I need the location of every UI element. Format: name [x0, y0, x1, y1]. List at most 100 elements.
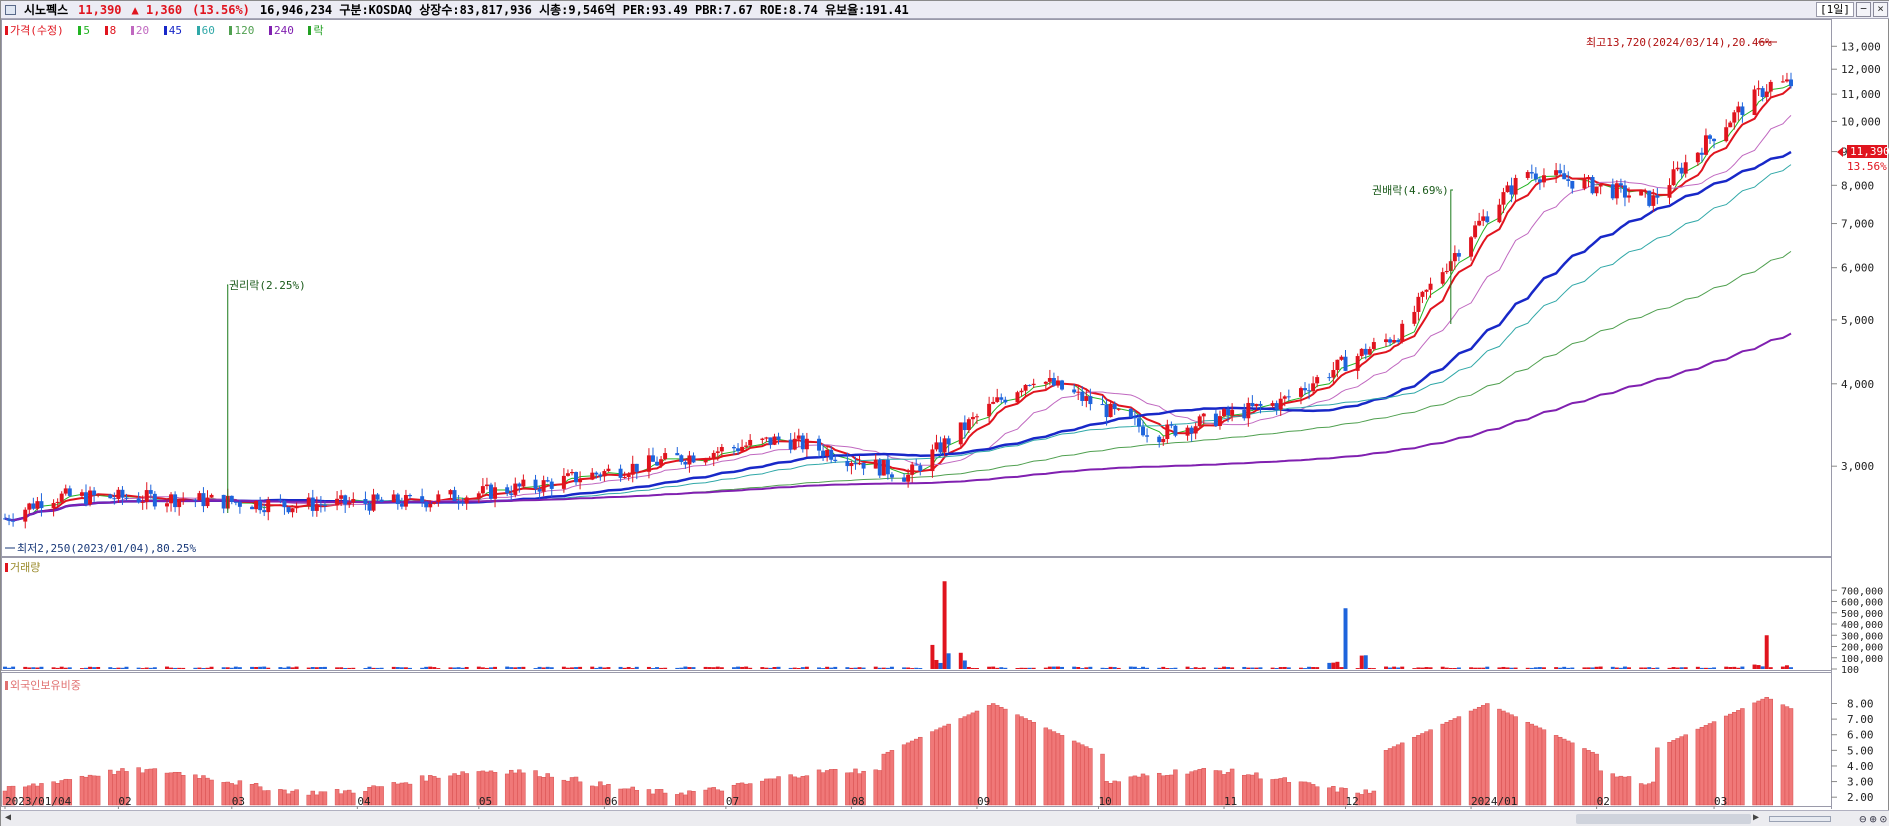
x-tick-label: 05	[479, 795, 492, 808]
foreign-ratio-bar	[832, 769, 838, 806]
scroll-bar[interactable]: ◀ ▶ ⊖ ⊕ ⊙	[1, 810, 1889, 826]
volume-bar	[314, 667, 319, 669]
foreign-ratio-bar	[958, 718, 964, 806]
volume-bar	[1566, 667, 1571, 669]
zoom-reset-icon[interactable]: ⊙	[1880, 812, 1887, 826]
period-selector[interactable]: [1일]	[1816, 2, 1854, 17]
foreign-ratio-bar	[1201, 768, 1206, 806]
foreign-ratio-bar	[294, 789, 299, 806]
x-tick-label: 04	[357, 795, 371, 808]
price-y-label: 10,000	[1841, 115, 1881, 128]
foreign-ratio-bar	[347, 789, 352, 806]
x-tick-label: 02	[118, 795, 131, 808]
candle-body	[1023, 384, 1028, 391]
candle-body	[1444, 270, 1449, 273]
candle-body	[768, 437, 773, 445]
volume-bar	[420, 667, 425, 669]
candle-body	[1031, 383, 1036, 386]
volume-bar	[1501, 666, 1506, 669]
candle-body	[845, 460, 850, 467]
foreign-ratio-bar	[1638, 783, 1644, 806]
candle-body	[1088, 396, 1093, 405]
candle-body	[92, 490, 97, 496]
candle-body	[266, 499, 271, 513]
volume-bar	[432, 667, 437, 669]
candle-body	[991, 401, 996, 404]
volume-y-label: 400,000	[1841, 620, 1883, 631]
stock-name[interactable]: 시노펙스	[24, 1, 68, 18]
foreign-ratio-bar	[1537, 727, 1543, 806]
foreign-ratio-bar	[460, 771, 465, 806]
foreign-ratio-bar	[1286, 782, 1292, 806]
foreign-ratio-bar	[1513, 716, 1518, 806]
candle-body	[399, 504, 404, 507]
foreign-ratio-bar	[1618, 775, 1624, 806]
volume-bar	[934, 659, 939, 669]
volume-bar	[1104, 667, 1109, 669]
foreign-ratio-bar	[1302, 781, 1308, 806]
volume-bar	[1145, 667, 1150, 669]
foreign-ratio-bar	[1675, 738, 1680, 806]
candle-body	[541, 480, 546, 492]
candle-body	[1764, 91, 1769, 97]
foreign-ratio-bar	[1161, 775, 1166, 806]
candle-body	[1327, 377, 1332, 379]
volume-bar	[1047, 666, 1052, 669]
volume-bar	[456, 667, 461, 669]
volume-bar	[1311, 667, 1316, 669]
volume-bar	[436, 668, 441, 669]
candle-body	[1477, 220, 1482, 226]
volume-bar	[630, 668, 635, 669]
candle-body	[659, 459, 664, 466]
candle-body	[379, 499, 384, 503]
candle-body	[51, 503, 56, 509]
foreign-ratio-bar	[533, 770, 538, 806]
scroll-thumb[interactable]	[1576, 814, 1751, 824]
candle-body	[1473, 225, 1478, 238]
volume-panel-title[interactable]: 거래량	[5, 559, 40, 575]
volume-bar	[1359, 655, 1364, 669]
foreign-ratio-bar	[909, 740, 915, 806]
foreign-ratio-bar	[1768, 698, 1773, 806]
volume-bar	[1622, 666, 1627, 669]
volume-bar	[651, 668, 655, 669]
window-menu-icon[interactable]	[5, 4, 16, 15]
volume-bar	[991, 666, 996, 669]
candle-body	[480, 486, 485, 494]
scroll-right-arrow-icon[interactable]: ▶	[1753, 812, 1759, 823]
close-button[interactable]: ×	[1873, 2, 1888, 17]
candle-body	[1298, 388, 1303, 397]
volume-bar	[796, 667, 801, 669]
minimize-button[interactable]: −	[1856, 2, 1871, 17]
candle-body	[630, 463, 635, 475]
foreign-panel-title[interactable]: 외국인보유비중	[5, 677, 81, 693]
x-tick-label: 08	[851, 795, 864, 808]
candle-body	[169, 494, 174, 504]
volume-bar	[318, 666, 323, 669]
foreign-ratio-bar	[253, 783, 259, 806]
volume-bar	[719, 667, 724, 669]
foreign-ratio-bar	[541, 777, 546, 806]
foreign-ratio-bar	[148, 768, 154, 806]
scroll-left-arrow-icon[interactable]: ◀	[5, 812, 11, 823]
volume-bar	[1473, 667, 1478, 669]
volume-bar	[335, 667, 340, 669]
zoom-out-icon[interactable]: ⊖	[1859, 812, 1866, 826]
foreign-ratio-bar	[1610, 773, 1616, 806]
candle-body	[1339, 356, 1344, 360]
volume-bar	[408, 667, 412, 669]
candle-body	[715, 451, 720, 453]
zoom-in-icon[interactable]: ⊕	[1870, 812, 1877, 826]
chart-area[interactable]: 3,0004,0005,0006,0007,0008,0009,00010,00…	[1, 19, 1889, 810]
volume-bar	[1327, 662, 1332, 669]
volume-bar	[343, 667, 348, 669]
foreign-ratio-bar	[1764, 696, 1769, 806]
foreign-ratio-bar	[654, 789, 660, 806]
candle-body	[1274, 403, 1279, 410]
volume-bar	[1768, 667, 1773, 669]
foreign-ratio-bar	[407, 783, 413, 806]
volume-bar	[683, 666, 688, 669]
zoom-slider[interactable]	[1769, 816, 1831, 822]
foreign-ratio-bar	[800, 776, 806, 806]
foreign-ratio-bar	[683, 794, 688, 806]
